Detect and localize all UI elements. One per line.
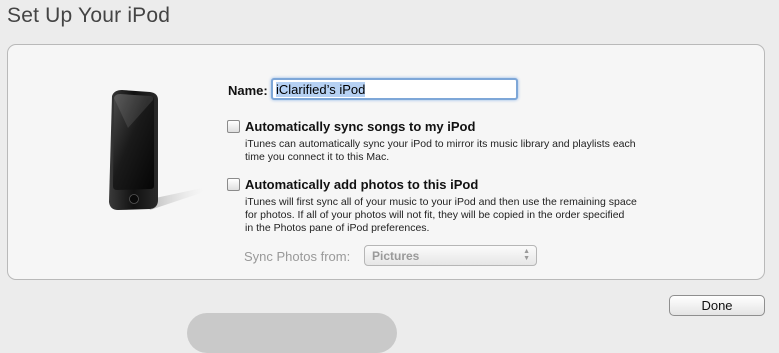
ipod-name-value: iClarified’s iPod <box>276 82 366 97</box>
sync-photos-from-label: Sync Photos from: <box>244 249 351 264</box>
add-photos-description-line: iTunes will first sync all of your music… <box>245 196 637 208</box>
sync-songs-description: iTunes can automatically sync your iPod … <box>245 138 636 164</box>
sync-songs-label[interactable]: Automatically sync songs to my iPod <box>245 119 475 134</box>
add-photos-checkbox[interactable] <box>227 178 240 191</box>
ipod-name-input[interactable]: iClarified’s iPod <box>271 78 518 100</box>
name-label: Name: <box>228 83 268 98</box>
sync-photos-source-value: Pictures <box>372 249 420 263</box>
add-photos-label[interactable]: Automatically add photos to this iPod <box>245 177 478 192</box>
add-photos-description-line: in the Photos pane of iPod preferences. <box>245 222 430 234</box>
add-photos-description: iTunes will first sync all of your music… <box>245 196 637 235</box>
sync-songs-checkbox[interactable] <box>227 120 240 133</box>
sync-photos-source-select[interactable]: Pictures ▲ ▼ <box>364 245 537 266</box>
ipod-touch-illustration <box>109 90 204 210</box>
add-photos-description-line: for photos. If all of your photos will n… <box>245 209 625 221</box>
page-title: Set Up Your iPod <box>7 4 171 27</box>
sync-songs-description-line: iTunes can automatically sync your iPod … <box>245 138 636 150</box>
sync-songs-description-line: time you connect it to this Mac. <box>245 151 390 163</box>
up-down-arrows-icon: ▲ ▼ <box>523 248 530 262</box>
bottom-capsule <box>187 313 397 353</box>
done-button[interactable]: Done <box>669 295 765 316</box>
